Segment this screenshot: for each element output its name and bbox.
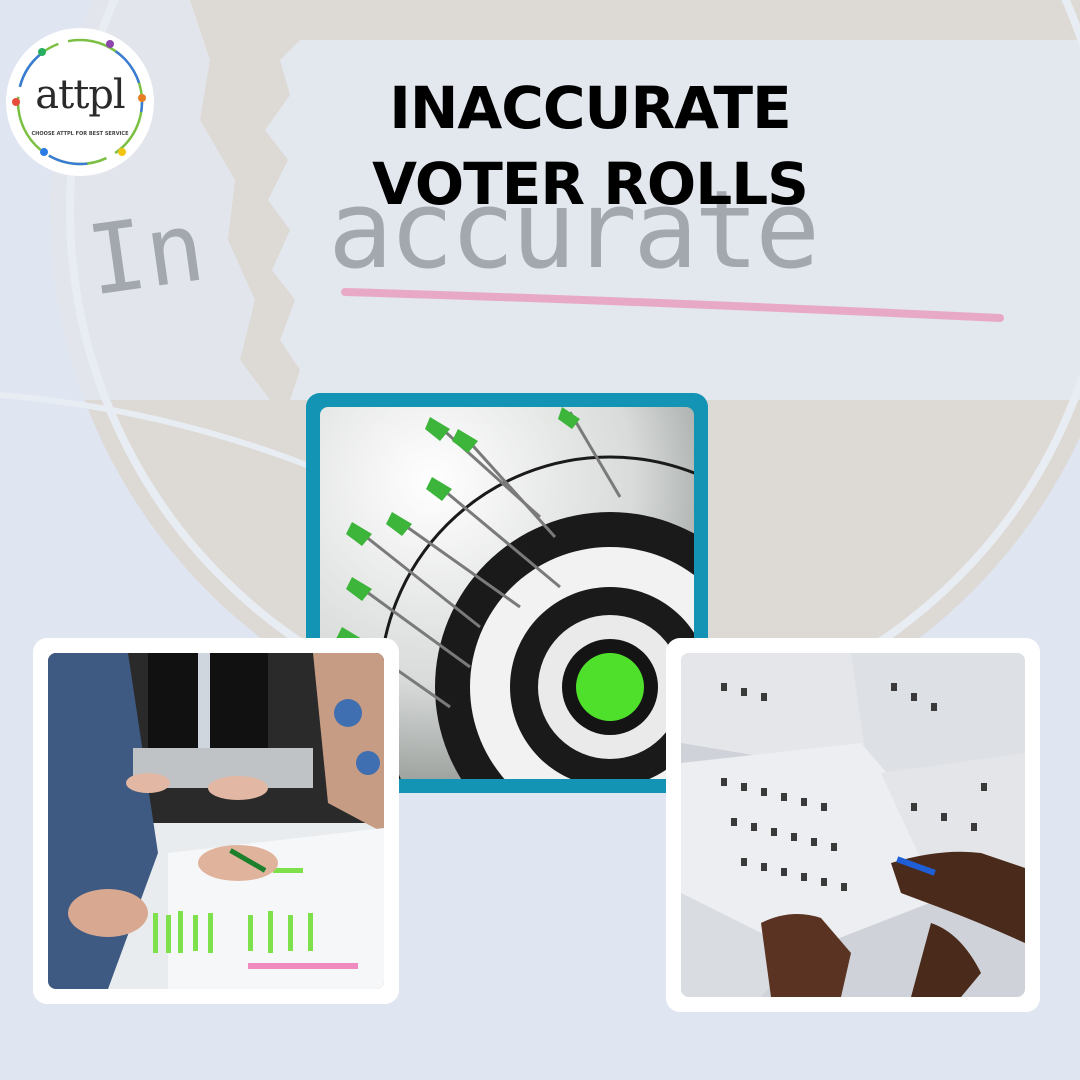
people-illustration	[48, 653, 384, 989]
image-hands-on-voter-lists	[666, 638, 1040, 1012]
logo-tagline: CHOOSE ATTPL FOR BEST SERVICE	[31, 131, 129, 137]
brand-logo: attpl CHOOSE ATTPL FOR BEST SERVICE	[6, 28, 154, 176]
voter-lists-illustration	[681, 653, 1025, 997]
title-line-1: INACCURATE	[389, 74, 791, 142]
title-line-2: VOTER ROLLS	[372, 150, 809, 218]
page-title: INACCURATE VOTER ROLLS	[300, 70, 880, 222]
background-word-in: In	[80, 190, 211, 318]
image-people-marking-documents	[33, 638, 399, 1004]
logo-brand-text: attpl	[35, 72, 125, 118]
